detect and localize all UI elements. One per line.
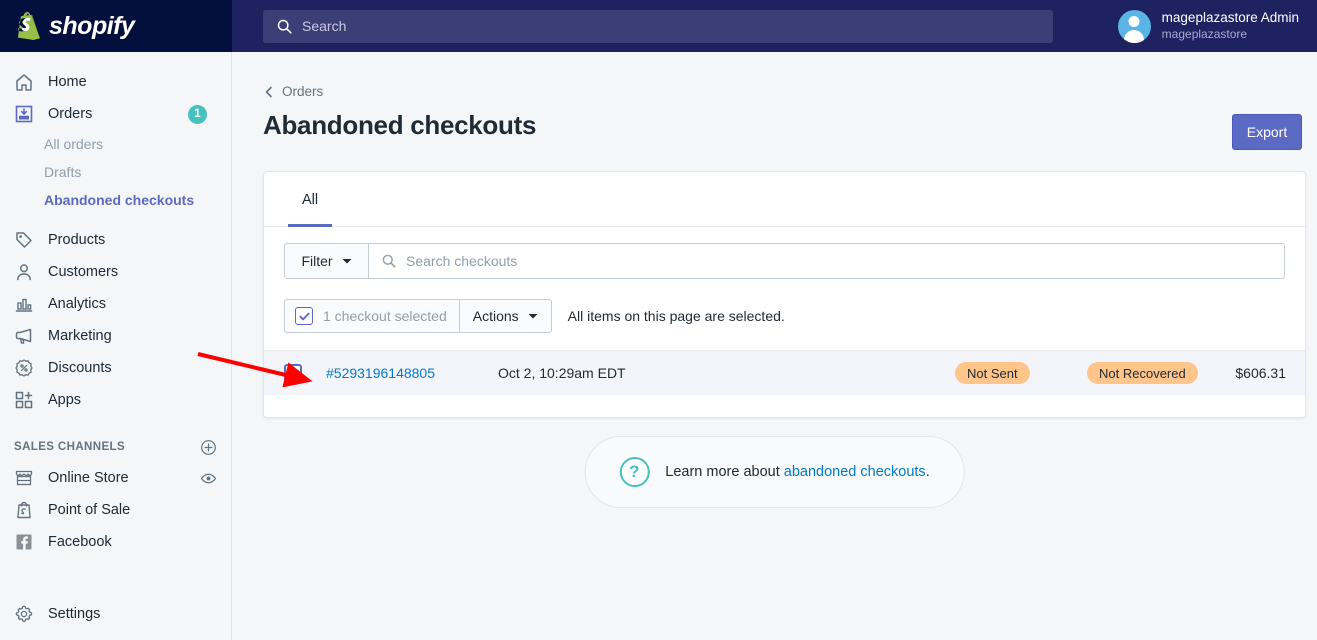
tab-all[interactable]: All (288, 172, 333, 227)
sidebar-item-abandoned-checkouts[interactable]: Abandoned checkouts (0, 186, 231, 214)
selection-bar: 1 checkout selected Actions All items on… (284, 299, 1285, 333)
breadcrumb[interactable]: Orders (263, 84, 323, 99)
percent-badge-icon (15, 359, 33, 377)
storefront-icon (15, 470, 33, 486)
account-menu[interactable]: mageplazastore Admin mageplazastore (1117, 0, 1299, 52)
sidebar-item-analytics[interactable]: Analytics (0, 288, 231, 320)
chevron-down-icon (342, 258, 352, 263)
sidebar-subitem-label: Abandoned checkouts (44, 192, 195, 208)
sidebar-item-point-of-sale[interactable]: Point of Sale (0, 494, 231, 526)
help-banner: ? Learn more about abandoned checkouts. (584, 436, 965, 508)
status-badge-sent: Not Sent (955, 362, 1030, 384)
shopify-bag-icon (18, 12, 40, 40)
search-checkouts-placeholder: Search checkouts (406, 253, 518, 269)
sidebar-item-home[interactable]: Home (0, 66, 231, 98)
sidebar-item-label: Orders (48, 106, 93, 122)
help-text: Learn more about abandoned checkouts. (665, 464, 929, 480)
orders-badge: 1 (188, 104, 207, 124)
plus-circle-icon[interactable] (200, 439, 217, 456)
help-suffix: . (925, 464, 930, 480)
global-search-input[interactable]: Search (263, 9, 1053, 43)
selection-note: All items on this page are selected. (567, 308, 785, 324)
apps-grid-plus-icon (15, 391, 33, 409)
checkouts-card: All Filter Search checkouts 1 checkout s… (263, 171, 1306, 418)
tab-bar: All (264, 172, 1305, 227)
sales-channels-title: SALES CHANNELS (14, 441, 126, 453)
row-date: Oct 2, 10:29am EDT (498, 365, 626, 381)
shopify-bag-icon (17, 501, 31, 519)
eye-icon[interactable] (200, 470, 217, 487)
checkbox-checked-icon[interactable] (295, 307, 313, 325)
brand-logo-area[interactable]: shopify (0, 0, 232, 52)
filter-button[interactable]: Filter (284, 243, 369, 279)
bar-chart-icon (15, 298, 33, 312)
sidebar-item-products[interactable]: Products (0, 224, 231, 256)
sidebar-item-label: Discounts (48, 360, 112, 376)
facebook-icon (16, 534, 32, 550)
sidebar-item-label: Marketing (48, 328, 112, 344)
export-button[interactable]: Export (1232, 114, 1302, 150)
actions-button[interactable]: Actions (460, 300, 551, 332)
account-store: mageplazastore (1161, 26, 1248, 41)
orders-inbox-icon (15, 105, 33, 123)
sidebar-subitem-label: Drafts (44, 164, 82, 180)
top-bar: shopify Search mageplazastore Admin mage… (0, 0, 1317, 52)
breadcrumb-label: Orders (282, 84, 324, 99)
row-order-link[interactable]: #5293196148805 (326, 365, 498, 381)
table-row[interactable]: #5293196148805 Oct 2, 10:29am EDT Not Se… (264, 350, 1305, 395)
sidebar-item-drafts[interactable]: Drafts (0, 158, 231, 186)
sidebar-item-label: Apps (48, 392, 82, 408)
account-name: mageplazastore Admin (1161, 10, 1299, 26)
select-all-control[interactable]: 1 checkout selected (285, 300, 460, 332)
abandoned-checkouts-link[interactable]: abandoned checkouts (784, 464, 926, 480)
sidebar-item-customers[interactable]: Customers (0, 256, 231, 288)
main-content: Orders Abandoned checkouts Export All Fi… (232, 52, 1317, 640)
sidebar-item-label: Home (48, 74, 87, 90)
status-badge-recovery: Not Recovered (1087, 362, 1198, 384)
gear-icon (15, 605, 33, 623)
filter-row: Filter Search checkouts (264, 227, 1305, 279)
sidebar-item-label: Online Store (48, 470, 129, 486)
brand-name: shopify (49, 11, 135, 40)
sidebar-subitem-label: All orders (44, 136, 104, 152)
global-search-placeholder: Search (302, 18, 347, 34)
sidebar-item-label: Customers (48, 264, 119, 280)
sidebar-item-label: Products (48, 232, 106, 248)
red-arrow-annotation (197, 352, 313, 388)
sidebar-item-label: Settings (48, 606, 101, 622)
sidebar-item-facebook[interactable]: Facebook (0, 526, 231, 558)
sidebar-item-label: Analytics (48, 296, 107, 312)
home-icon (16, 74, 32, 91)
selection-count-label: 1 checkout selected (323, 308, 447, 324)
tag-icon (16, 232, 32, 248)
filter-label: Filter (301, 253, 333, 269)
row-amount: $606.31 (1235, 365, 1286, 381)
megaphone-icon (15, 328, 32, 344)
sidebar-item-label: Point of Sale (48, 502, 131, 518)
chevron-down-icon (528, 313, 538, 318)
selection-group: 1 checkout selected Actions (284, 299, 552, 333)
question-circle-icon: ? (619, 457, 650, 487)
search-icon (382, 254, 396, 268)
sales-channels-header: SALES CHANNELS (0, 432, 231, 462)
avatar (1117, 9, 1151, 43)
sidebar-item-online-store[interactable]: Online Store (0, 462, 231, 494)
search-checkouts-input[interactable]: Search checkouts (369, 243, 1285, 279)
sidebar-item-orders[interactable]: Orders 1 (0, 98, 231, 130)
person-icon (17, 264, 31, 281)
card-footer (264, 395, 1305, 417)
chevron-left-icon (265, 86, 272, 97)
help-prefix: Learn more about (665, 464, 784, 480)
page-title: Abandoned checkouts (263, 110, 537, 140)
sidebar-item-settings[interactable]: Settings (0, 598, 231, 630)
search-icon (277, 19, 292, 34)
sidebar-item-all-orders[interactable]: All orders (0, 130, 231, 158)
actions-label: Actions (472, 308, 519, 324)
sidebar-item-label: Facebook (48, 534, 112, 550)
